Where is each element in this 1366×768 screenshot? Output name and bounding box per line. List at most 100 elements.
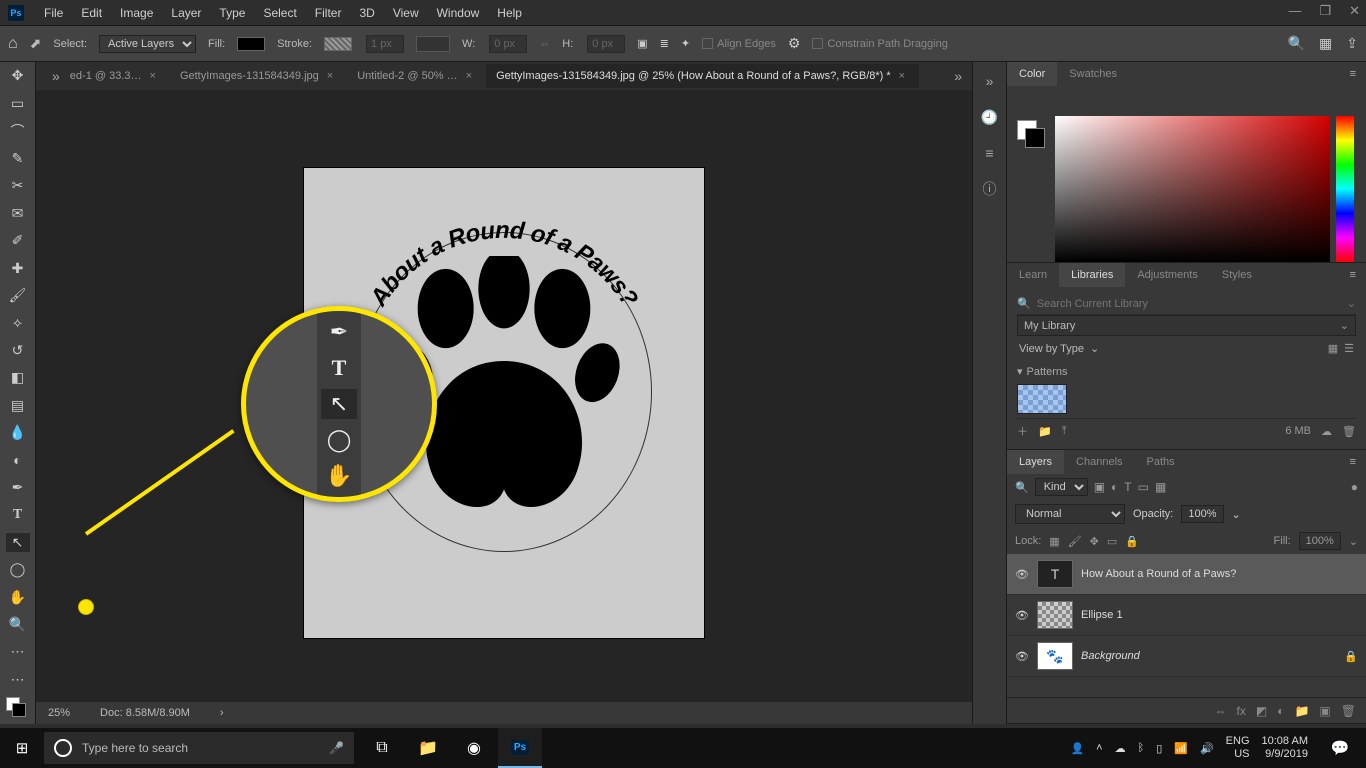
- close-icon[interactable]: ×: [899, 70, 905, 82]
- fx-icon[interactable]: fx: [1237, 704, 1246, 718]
- align-edges-checkbox[interactable]: Align Edges: [702, 38, 776, 50]
- menu-type[interactable]: Type: [211, 2, 253, 24]
- frame-tool[interactable]: ✉: [6, 204, 30, 223]
- taskbar-search[interactable]: Type here to search 🎤: [44, 732, 354, 764]
- menu-3d[interactable]: 3D: [351, 2, 382, 24]
- fill-swatch[interactable]: [237, 37, 265, 51]
- action-center-icon[interactable]: 💬: [1320, 728, 1360, 768]
- layer-name[interactable]: Ellipse 1: [1081, 609, 1123, 621]
- layer-item[interactable]: 👁 🐾 Background 🔒: [1007, 636, 1366, 677]
- fg-bg-swatch[interactable]: [1017, 120, 1047, 150]
- layer-item[interactable]: 👁 T How About a Round of a Paws?: [1007, 554, 1366, 595]
- filter-toggle-icon[interactable]: ●: [1351, 480, 1358, 494]
- status-arrow-icon[interactable]: ›: [220, 707, 224, 719]
- tab-learn[interactable]: Learn: [1007, 263, 1059, 287]
- tab-libraries[interactable]: Libraries: [1059, 263, 1125, 287]
- doc-size[interactable]: Doc: 8.58M/8.90M: [100, 707, 190, 719]
- eyedropper-tool[interactable]: ✐: [6, 231, 30, 250]
- menu-select[interactable]: Select: [255, 2, 304, 24]
- blur-tool[interactable]: 💧: [6, 423, 30, 442]
- panel-menu-icon[interactable]: ≡: [1340, 62, 1366, 86]
- library-dropdown[interactable]: My Library ⌄: [1017, 315, 1356, 336]
- menu-edit[interactable]: Edit: [73, 2, 110, 24]
- path-arrange-icon[interactable]: ✦: [681, 37, 690, 50]
- menu-image[interactable]: Image: [112, 2, 161, 24]
- path-operations-icon[interactable]: ▣: [637, 37, 647, 50]
- stroke-swatch[interactable]: [324, 37, 352, 51]
- canvas-viewport[interactable]: About a Round of a Paws?: [36, 90, 972, 702]
- tabs-overflow-right[interactable]: »: [954, 68, 962, 84]
- layer-thumb-type[interactable]: T: [1037, 560, 1073, 588]
- menu-filter[interactable]: Filter: [307, 2, 350, 24]
- layer-thumb-shape[interactable]: [1037, 601, 1073, 629]
- filter-shape-icon[interactable]: ▭: [1138, 480, 1149, 494]
- mic-icon[interactable]: 🎤: [329, 741, 344, 755]
- grid-view-icon[interactable]: ▦: [1328, 342, 1338, 355]
- visibility-icon[interactable]: 👁: [1015, 650, 1029, 663]
- tabs-overflow-left[interactable]: »: [52, 68, 60, 84]
- zoom-tool[interactable]: 🔍: [6, 615, 30, 634]
- mask-icon[interactable]: ◩: [1256, 704, 1267, 718]
- lock-icon[interactable]: 🔒: [1344, 650, 1358, 663]
- layer-filter-kind[interactable]: Kind: [1035, 478, 1088, 496]
- bluetooth-icon[interactable]: ᛒ: [1138, 742, 1145, 754]
- doc-tab-2[interactable]: Untitled-2 @ 50% …×: [347, 64, 486, 88]
- search-icon[interactable]: 🔍: [1288, 35, 1305, 52]
- restore-icon[interactable]: ❐: [1319, 3, 1331, 19]
- tab-color[interactable]: Color: [1007, 62, 1057, 86]
- taskbar-lang[interactable]: ENG US: [1226, 735, 1250, 761]
- menu-file[interactable]: File: [36, 2, 71, 24]
- opacity-value[interactable]: 100%: [1181, 505, 1223, 523]
- hand-tool[interactable]: ✋: [6, 587, 30, 606]
- close-icon[interactable]: ×: [466, 70, 472, 82]
- stroke-width-field[interactable]: 1 px: [366, 35, 404, 53]
- group-icon[interactable]: 📁: [1294, 704, 1309, 718]
- share-icon[interactable]: ⇪: [1346, 35, 1358, 52]
- close-icon[interactable]: ✕: [1349, 3, 1360, 19]
- lock-artboard-icon[interactable]: ▭: [1107, 535, 1117, 548]
- eraser-tool[interactable]: ◧: [6, 368, 30, 387]
- home-icon[interactable]: ⌂: [8, 35, 18, 53]
- quick-select-tool[interactable]: ✎: [6, 149, 30, 168]
- menu-help[interactable]: Help: [489, 2, 530, 24]
- adjustment-icon[interactable]: ◐: [1277, 704, 1284, 718]
- lock-transparency-icon[interactable]: ▦: [1049, 535, 1059, 548]
- lasso-tool[interactable]: ⌒: [6, 121, 30, 141]
- fg-bg-colors[interactable]: [6, 697, 30, 724]
- volume-icon[interactable]: 🔊: [1200, 742, 1214, 755]
- trash-icon[interactable]: 🗑: [1342, 425, 1356, 438]
- trash-icon[interactable]: 🗑: [1341, 704, 1356, 718]
- menu-layer[interactable]: Layer: [163, 2, 209, 24]
- tab-paths[interactable]: Paths: [1135, 450, 1187, 474]
- stroke-type-dropdown[interactable]: [416, 36, 450, 52]
- doc-tab-0[interactable]: ed-1 @ 33.3…×: [60, 64, 170, 88]
- menu-window[interactable]: Window: [429, 2, 488, 24]
- link-wh-icon[interactable]: ⇔: [539, 38, 550, 50]
- chevron-down-icon[interactable]: ⌄: [1347, 297, 1356, 310]
- crop-tool[interactable]: ✂: [6, 176, 30, 195]
- close-icon[interactable]: ×: [327, 70, 333, 82]
- chevron-down-icon[interactable]: ⌄: [1349, 535, 1358, 548]
- pattern-thumbnail[interactable]: [1017, 384, 1067, 414]
- type-tool[interactable]: T: [6, 505, 30, 524]
- cloud-icon[interactable]: ☁: [1321, 425, 1332, 438]
- path-select-cursor-icon[interactable]: ⬈: [30, 35, 42, 52]
- cloud-sync-icon[interactable]: ☁: [1115, 742, 1126, 755]
- collapsed-expand-icon[interactable]: »: [979, 70, 1001, 92]
- marquee-tool[interactable]: ▭: [6, 93, 30, 112]
- height-field[interactable]: 0 px: [587, 35, 625, 53]
- lock-position-icon[interactable]: ✥: [1090, 535, 1099, 548]
- collapsed-history-icon[interactable]: 🕘: [979, 106, 1001, 128]
- workspaces-icon[interactable]: ▦: [1319, 35, 1332, 52]
- pen-tool[interactable]: ✒: [6, 478, 30, 497]
- chrome-icon[interactable]: ◉: [452, 728, 496, 768]
- filter-pixel-icon[interactable]: ▣: [1094, 480, 1105, 494]
- blend-mode-dropdown[interactable]: Normal: [1015, 504, 1125, 524]
- doc-tab-1[interactable]: GettyImages-131584349.jpg×: [170, 64, 347, 88]
- path-selection-tool[interactable]: ↖: [6, 533, 30, 552]
- folder-icon[interactable]: 📁: [1038, 425, 1052, 438]
- task-view-icon[interactable]: ⧉: [360, 728, 404, 768]
- people-icon[interactable]: 👤: [1070, 742, 1084, 755]
- layer-name[interactable]: Background: [1081, 650, 1140, 662]
- panel-menu-icon[interactable]: ≡: [1340, 450, 1366, 474]
